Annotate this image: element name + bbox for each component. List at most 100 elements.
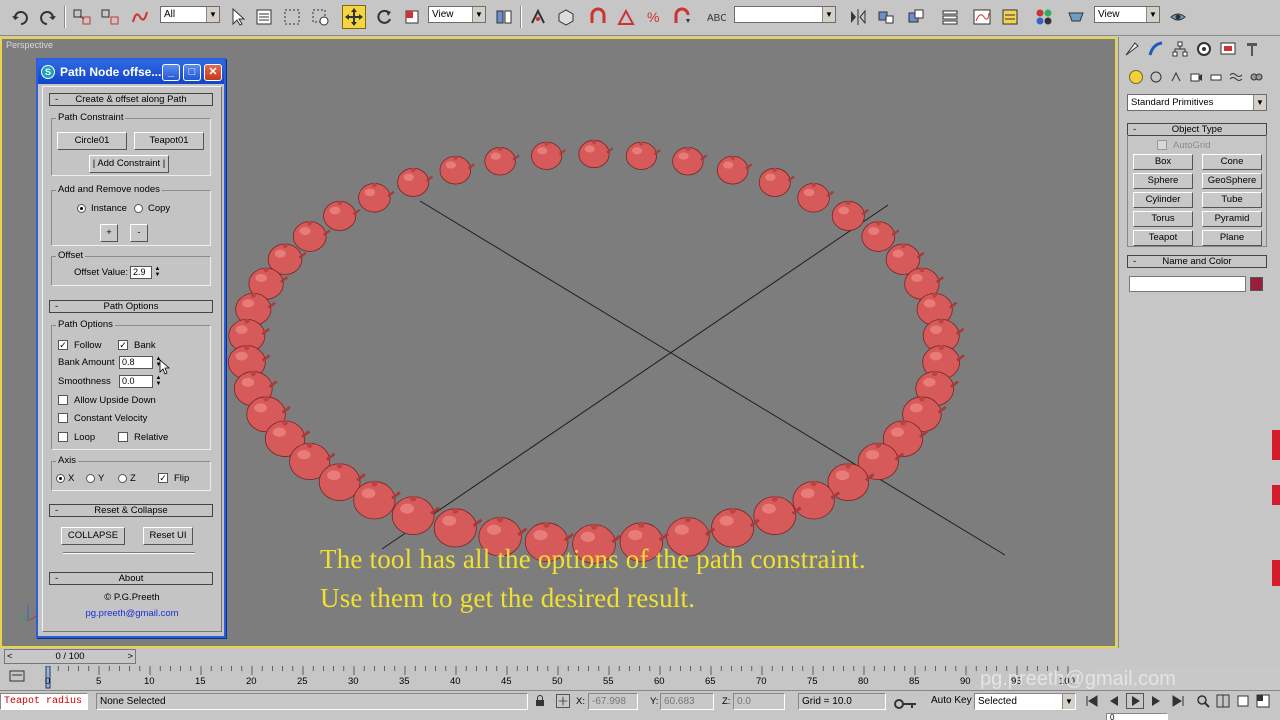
teapot-bead[interactable] [358,182,395,213]
rollout-about[interactable]: - About [49,572,213,585]
utilities-tab-icon[interactable] [1243,40,1265,60]
copy-radio[interactable] [134,204,143,213]
maximize-viewport-icon[interactable] [1256,694,1270,711]
autogrid-checkbox[interactable] [1157,140,1167,150]
close-button[interactable]: ✕ [204,64,222,81]
rollout-reset-collapse[interactable]: - Reset & Collapse [49,504,213,517]
y-coord-field[interactable]: 60.683 [660,693,714,710]
render-setup-icon[interactable] [1064,5,1088,29]
teapot-bead[interactable] [391,495,441,535]
render-view-select[interactable]: View ▼ [1094,6,1160,23]
snaps-toggle-icon[interactable] [586,5,610,29]
edit-named-selection-icon[interactable]: ABC [704,5,728,29]
spinner-snap-icon[interactable] [670,5,694,29]
cameras-icon[interactable] [1189,70,1203,84]
smoothness-spinner[interactable]: 0.0 [119,375,153,388]
align-icon[interactable] [874,5,898,29]
primitive-geosphere-button[interactable]: GeoSphere [1202,173,1262,189]
go-to-start-icon[interactable] [1084,694,1100,711]
zoom-extents-icon[interactable] [1236,694,1250,711]
instance-radio[interactable] [77,204,86,213]
x-coord-field[interactable]: -67.998 [588,693,638,710]
shapes-icon[interactable] [1149,70,1163,84]
object-name-input[interactable] [1129,276,1246,292]
time-slider-thumb[interactable]: <0 / 100 > [4,649,136,664]
collapse-button[interactable]: COLLAPSE [61,527,125,545]
relative-checkbox[interactable] [118,432,128,442]
axis-x-radio[interactable] [56,474,65,483]
flip-checkbox[interactable]: ✓ [158,473,168,483]
teapot-bead[interactable] [292,220,331,252]
go-to-end-icon[interactable] [1170,694,1186,711]
allow-upside-down-checkbox[interactable] [58,395,68,405]
time-slider[interactable]: <0 / 100 > [0,648,1280,666]
zoom-icon[interactable] [1196,694,1210,711]
select-object-icon[interactable] [226,5,250,29]
auto-key-button[interactable]: Auto Key [928,693,972,710]
play-button[interactable] [1126,693,1144,709]
helpers-icon[interactable] [1209,70,1223,84]
select-and-manipulate-icon[interactable] [526,5,550,29]
systems-icon[interactable] [1249,70,1263,84]
set-key-icon[interactable] [894,699,918,712]
add-constraint-button[interactable]: | Add Constraint | [89,155,169,173]
offset-spinner-arrows[interactable]: ▲ ▼ [154,266,161,279]
select-and-link-icon[interactable] [70,5,94,29]
absolute-mode-transform-icon[interactable] [556,694,570,708]
current-frame-field[interactable]: 0 [1106,713,1168,720]
teapot-bead[interactable] [531,141,567,170]
teapot-bead[interactable] [758,167,795,197]
modify-tab-icon[interactable] [1147,40,1169,60]
author-email-link[interactable]: pg.preeth@gmail.com [43,608,221,619]
primitive-category-select[interactable]: Standard Primitives ▼ [1127,94,1267,111]
bind-to-space-warp-icon[interactable] [128,5,152,29]
mirror-icon[interactable] [846,5,870,29]
maxscript-listener[interactable]: Teapot radius [0,693,88,710]
teapot-bead[interactable] [397,167,434,197]
teapot-bead[interactable] [433,507,483,548]
next-frame-icon[interactable] [1148,694,1164,711]
pick-path-button[interactable]: Circle01 [57,132,127,150]
selection-filter-select[interactable]: All ▼ [160,6,220,23]
primitive-plane-button[interactable]: Plane [1202,230,1262,246]
pivot-center-icon[interactable] [492,5,516,29]
primitive-teapot-button[interactable]: Teapot [1133,230,1193,246]
teapot-bead[interactable] [625,141,661,170]
primitive-sphere-button[interactable]: Sphere [1133,173,1193,189]
undo-icon[interactable] [8,5,32,29]
teapot-bead[interactable] [831,200,869,231]
material-editor-icon[interactable] [1032,5,1056,29]
primitive-cone-button[interactable]: Cone [1202,154,1262,170]
reset-ui-button[interactable]: Reset UI [143,527,193,545]
max-logo-icon[interactable] [8,669,28,688]
teapot-bead[interactable] [578,139,614,169]
window-crossing-icon[interactable] [308,5,332,29]
loop-checkbox[interactable] [58,432,68,442]
add-node-button[interactable]: + [100,224,118,242]
axis-y-radio[interactable] [86,474,95,483]
layer-manager-icon[interactable] [904,5,928,29]
primitive-torus-button[interactable]: Torus [1133,211,1193,227]
rollout-create-offset[interactable]: - Create & offset along Path [49,93,213,106]
rollout-name-and-color[interactable]: - Name and Color [1127,255,1267,268]
track-bar[interactable]: 0 5 10 15 20 25 30 35 40 45 50 55 60 65 70 75 80 85 90 95 10… [0,666,1090,690]
constant-velocity-checkbox[interactable] [58,413,68,423]
teapot-bead[interactable] [711,507,760,548]
unlink-selection-icon[interactable] [98,5,122,29]
previous-frame-icon[interactable] [1106,694,1122,711]
redo-icon[interactable] [36,5,60,29]
bank-checkbox[interactable]: ✓ [118,340,128,350]
maximize-button[interactable]: □ [183,64,201,81]
rectangular-selection-icon[interactable] [280,5,304,29]
create-tab-icon[interactable] [1123,40,1145,60]
minimize-button[interactable]: _ [162,64,180,81]
named-selection-select[interactable]: ▼ [734,6,836,23]
select-and-rotate-icon[interactable] [372,5,396,29]
percent-snap-icon[interactable]: % [642,5,666,29]
teapot-bead[interactable] [484,146,520,176]
primitive-cylinder-button[interactable]: Cylinder [1133,192,1193,208]
teapot-bead[interactable] [323,200,361,231]
stack-layers-icon[interactable] [938,5,962,29]
space-warps-icon[interactable] [1229,70,1243,84]
teapot-bead[interactable] [439,155,476,185]
